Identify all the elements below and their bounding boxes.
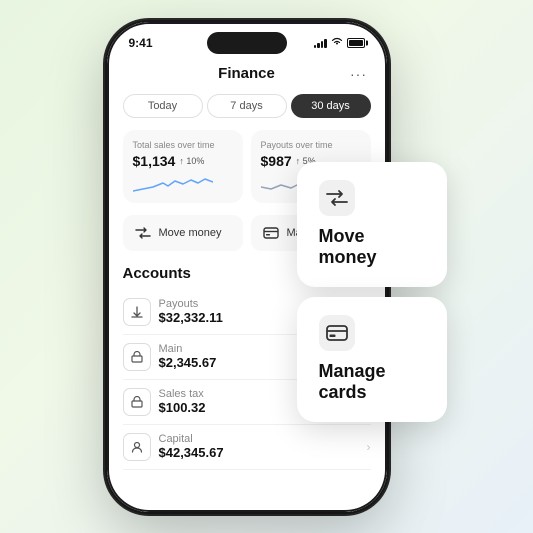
stat-value-payouts: $987	[261, 153, 292, 169]
floating-card-manage-cards-label: Manage cards	[319, 361, 425, 404]
account-icon-payouts	[123, 298, 151, 326]
floating-card-move-money[interactable]: Move money	[297, 162, 447, 287]
tab-30days[interactable]: 30 days	[291, 94, 371, 118]
stat-label-payouts: Payouts over time	[261, 140, 361, 150]
account-icon-main	[123, 343, 151, 371]
manage-cards-icon	[261, 223, 281, 243]
dynamic-island	[207, 32, 287, 54]
account-icon-capital	[123, 433, 151, 461]
wifi-icon	[331, 36, 343, 49]
signal-bars-icon	[314, 38, 327, 48]
floating-cards: Move money Manage cards	[297, 162, 447, 422]
more-button[interactable]: ···	[347, 62, 371, 86]
app-header: Finance ···	[123, 54, 371, 94]
stat-label-sales: Total sales over time	[133, 140, 233, 150]
stat-change-sales: ↑ 10%	[179, 156, 204, 166]
floating-card-move-money-icon	[319, 180, 355, 216]
move-money-button[interactable]: Move money	[123, 215, 243, 251]
account-amount-capital: $42,345.67	[159, 445, 367, 460]
app-title: Finance	[147, 65, 347, 82]
move-money-label: Move money	[159, 227, 222, 239]
account-chevron-capital: ›	[367, 440, 371, 454]
floating-card-manage-cards-icon	[319, 315, 355, 351]
tab-today[interactable]: Today	[123, 94, 203, 118]
sparkline-sales	[133, 173, 233, 195]
account-icon-salestax	[123, 388, 151, 416]
stat-card-sales: Total sales over time $1,134 ↑ 10%	[123, 130, 243, 203]
move-money-icon	[133, 223, 153, 243]
status-icons	[314, 36, 365, 49]
floating-card-move-money-label: Move money	[319, 226, 425, 269]
stat-value-sales: $1,134	[133, 153, 176, 169]
tab-7days[interactable]: 7 days	[207, 94, 287, 118]
floating-card-manage-cards[interactable]: Manage cards	[297, 297, 447, 422]
phone-wrapper: 9:41	[107, 22, 427, 512]
status-time: 9:41	[129, 36, 153, 50]
account-name-capital: Capital	[159, 433, 367, 445]
battery-icon	[347, 38, 365, 48]
account-item-capital[interactable]: Capital $42,345.67 ›	[123, 425, 371, 470]
tab-bar: Today 7 days 30 days	[123, 94, 371, 118]
